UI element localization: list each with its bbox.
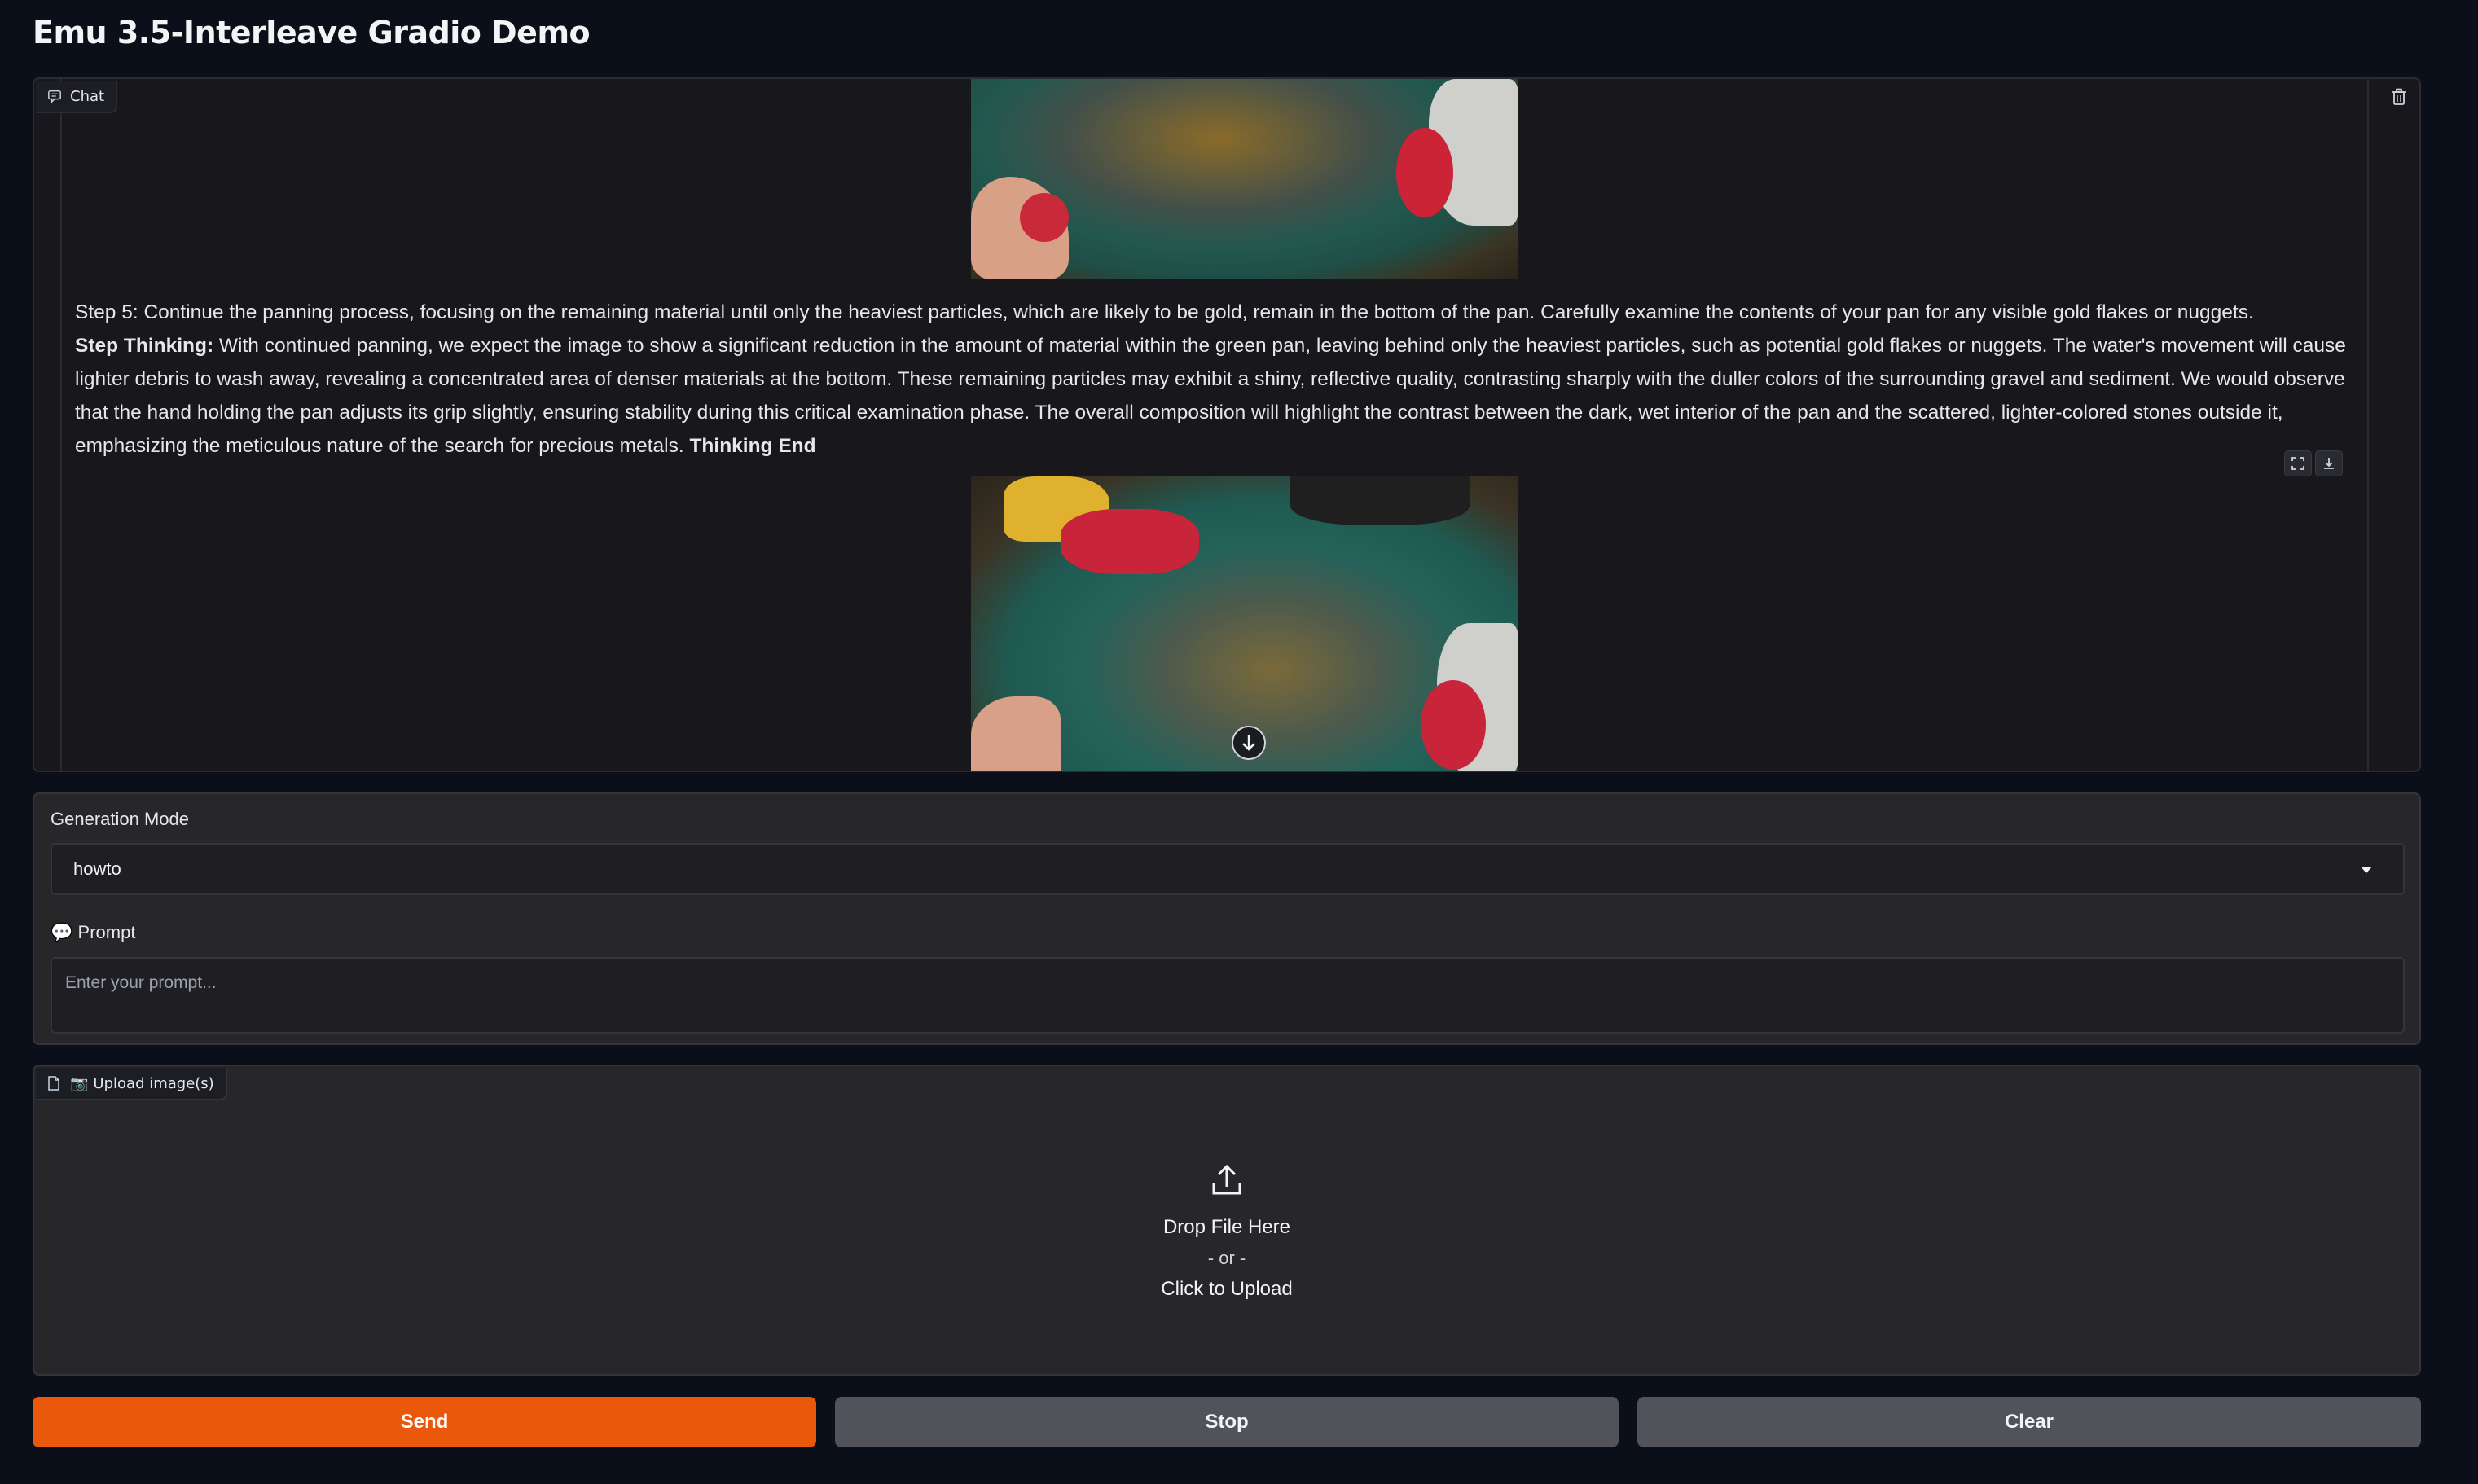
fullscreen-icon	[2291, 457, 2304, 470]
prompt-input[interactable]: Enter your prompt...	[51, 957, 2405, 1034]
image-toolbar	[2284, 450, 2343, 476]
chat-label-tag: Chat	[36, 81, 118, 113]
upload-label: Upload image(s)	[93, 1074, 214, 1092]
thinking-end-label: Thinking End	[689, 435, 816, 457]
stop-button[interactable]: Stop	[835, 1397, 1619, 1447]
click-to-upload-text: Click to Upload	[1161, 1278, 1293, 1300]
chat-icon	[48, 90, 61, 103]
step-thinking-text: With continued panning, we expect the im…	[75, 335, 2346, 457]
clear-chat-button[interactable]	[2384, 82, 2414, 112]
bot-message: Step 5: Continue the panning process, fo…	[75, 296, 2356, 463]
camera-icon: 📷	[70, 1074, 89, 1092]
scroll-to-bottom-button[interactable]	[1232, 726, 1266, 760]
generation-mode-dropdown[interactable]: howto	[51, 843, 2405, 895]
prompt-placeholder: Enter your prompt...	[65, 973, 217, 992]
controls-panel: Generation Mode howto 💬 Prompt Enter you…	[33, 792, 2421, 1045]
upload-dropzone[interactable]: 📷 Upload image(s) Drop File Here - or - …	[33, 1065, 2421, 1376]
prompt-label: 💬 Prompt	[51, 922, 136, 942]
arrow-down-icon	[1242, 735, 1255, 751]
step-text: Step 5: Continue the panning process, fo…	[75, 301, 2254, 323]
chevron-down-icon	[2361, 867, 2372, 873]
chat-label: Chat	[70, 87, 105, 105]
drop-file-text: Drop File Here	[1162, 1216, 1291, 1238]
download-image-button[interactable]	[2315, 450, 2343, 476]
generation-mode-label: Generation Mode	[51, 809, 189, 829]
clear-button[interactable]: Clear	[1637, 1397, 2421, 1447]
or-text: - or -	[1207, 1248, 1246, 1268]
chatbot-panel: Chat Step 5: Continue the panning proces…	[33, 77, 2421, 772]
step-thinking-label: Step Thinking:	[75, 335, 214, 357]
page-title: Emu 3.5-Interleave Gradio Demo	[33, 15, 591, 50]
fullscreen-button[interactable]	[2284, 450, 2312, 476]
speech-bubble-icon: 💬	[51, 922, 73, 942]
trash-icon	[2392, 88, 2406, 105]
upload-prompt[interactable]: Drop File Here - or - Click to Upload	[34, 1162, 2419, 1305]
upload-icon	[1212, 1164, 1241, 1195]
generation-mode-value: howto	[73, 858, 121, 879]
download-icon	[2324, 458, 2334, 469]
chat-messages[interactable]: Step 5: Continue the panning process, fo…	[60, 79, 2369, 771]
upload-label-tag: 📷 Upload image(s)	[36, 1068, 227, 1100]
file-icon	[48, 1076, 59, 1091]
send-button[interactable]: Send	[33, 1397, 816, 1447]
generated-image-step4[interactable]	[971, 79, 1518, 279]
